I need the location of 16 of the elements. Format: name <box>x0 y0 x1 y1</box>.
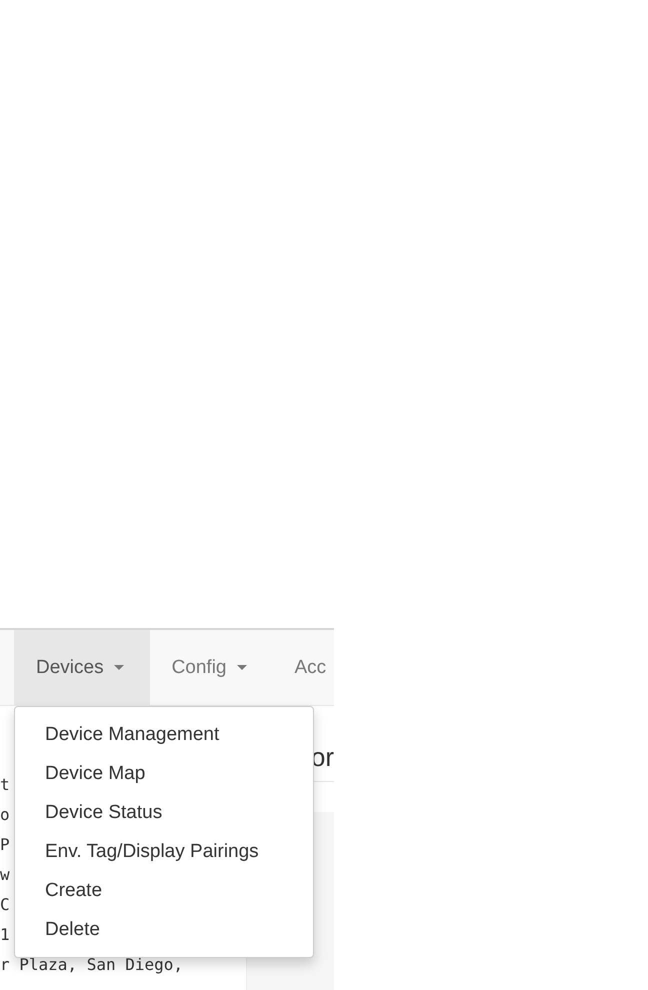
nav-tab[interactable]: Config <box>150 630 272 705</box>
address-text: o <box>0 805 10 824</box>
menu-item[interactable]: Env. Tag/Display Pairings <box>15 832 313 871</box>
menu-item[interactable]: Create <box>15 871 313 910</box>
menu-item[interactable]: Device Management <box>15 715 313 754</box>
menu-item[interactable]: Device Map <box>15 754 313 793</box>
address-text: 1 <box>0 925 10 944</box>
address-text: C <box>0 895 10 914</box>
menu-item[interactable]: Device Status <box>15 793 313 832</box>
address-text: t <box>0 775 10 794</box>
address-text: P <box>0 835 10 854</box>
menu-item[interactable]: Delete <box>15 910 313 949</box>
address-text: r Plaza, San Diego, <box>0 955 184 974</box>
nav-tab[interactable]: Devices <box>14 630 150 705</box>
nav-tab[interactable]: Acc <box>272 630 334 705</box>
address-text: w <box>0 865 10 884</box>
